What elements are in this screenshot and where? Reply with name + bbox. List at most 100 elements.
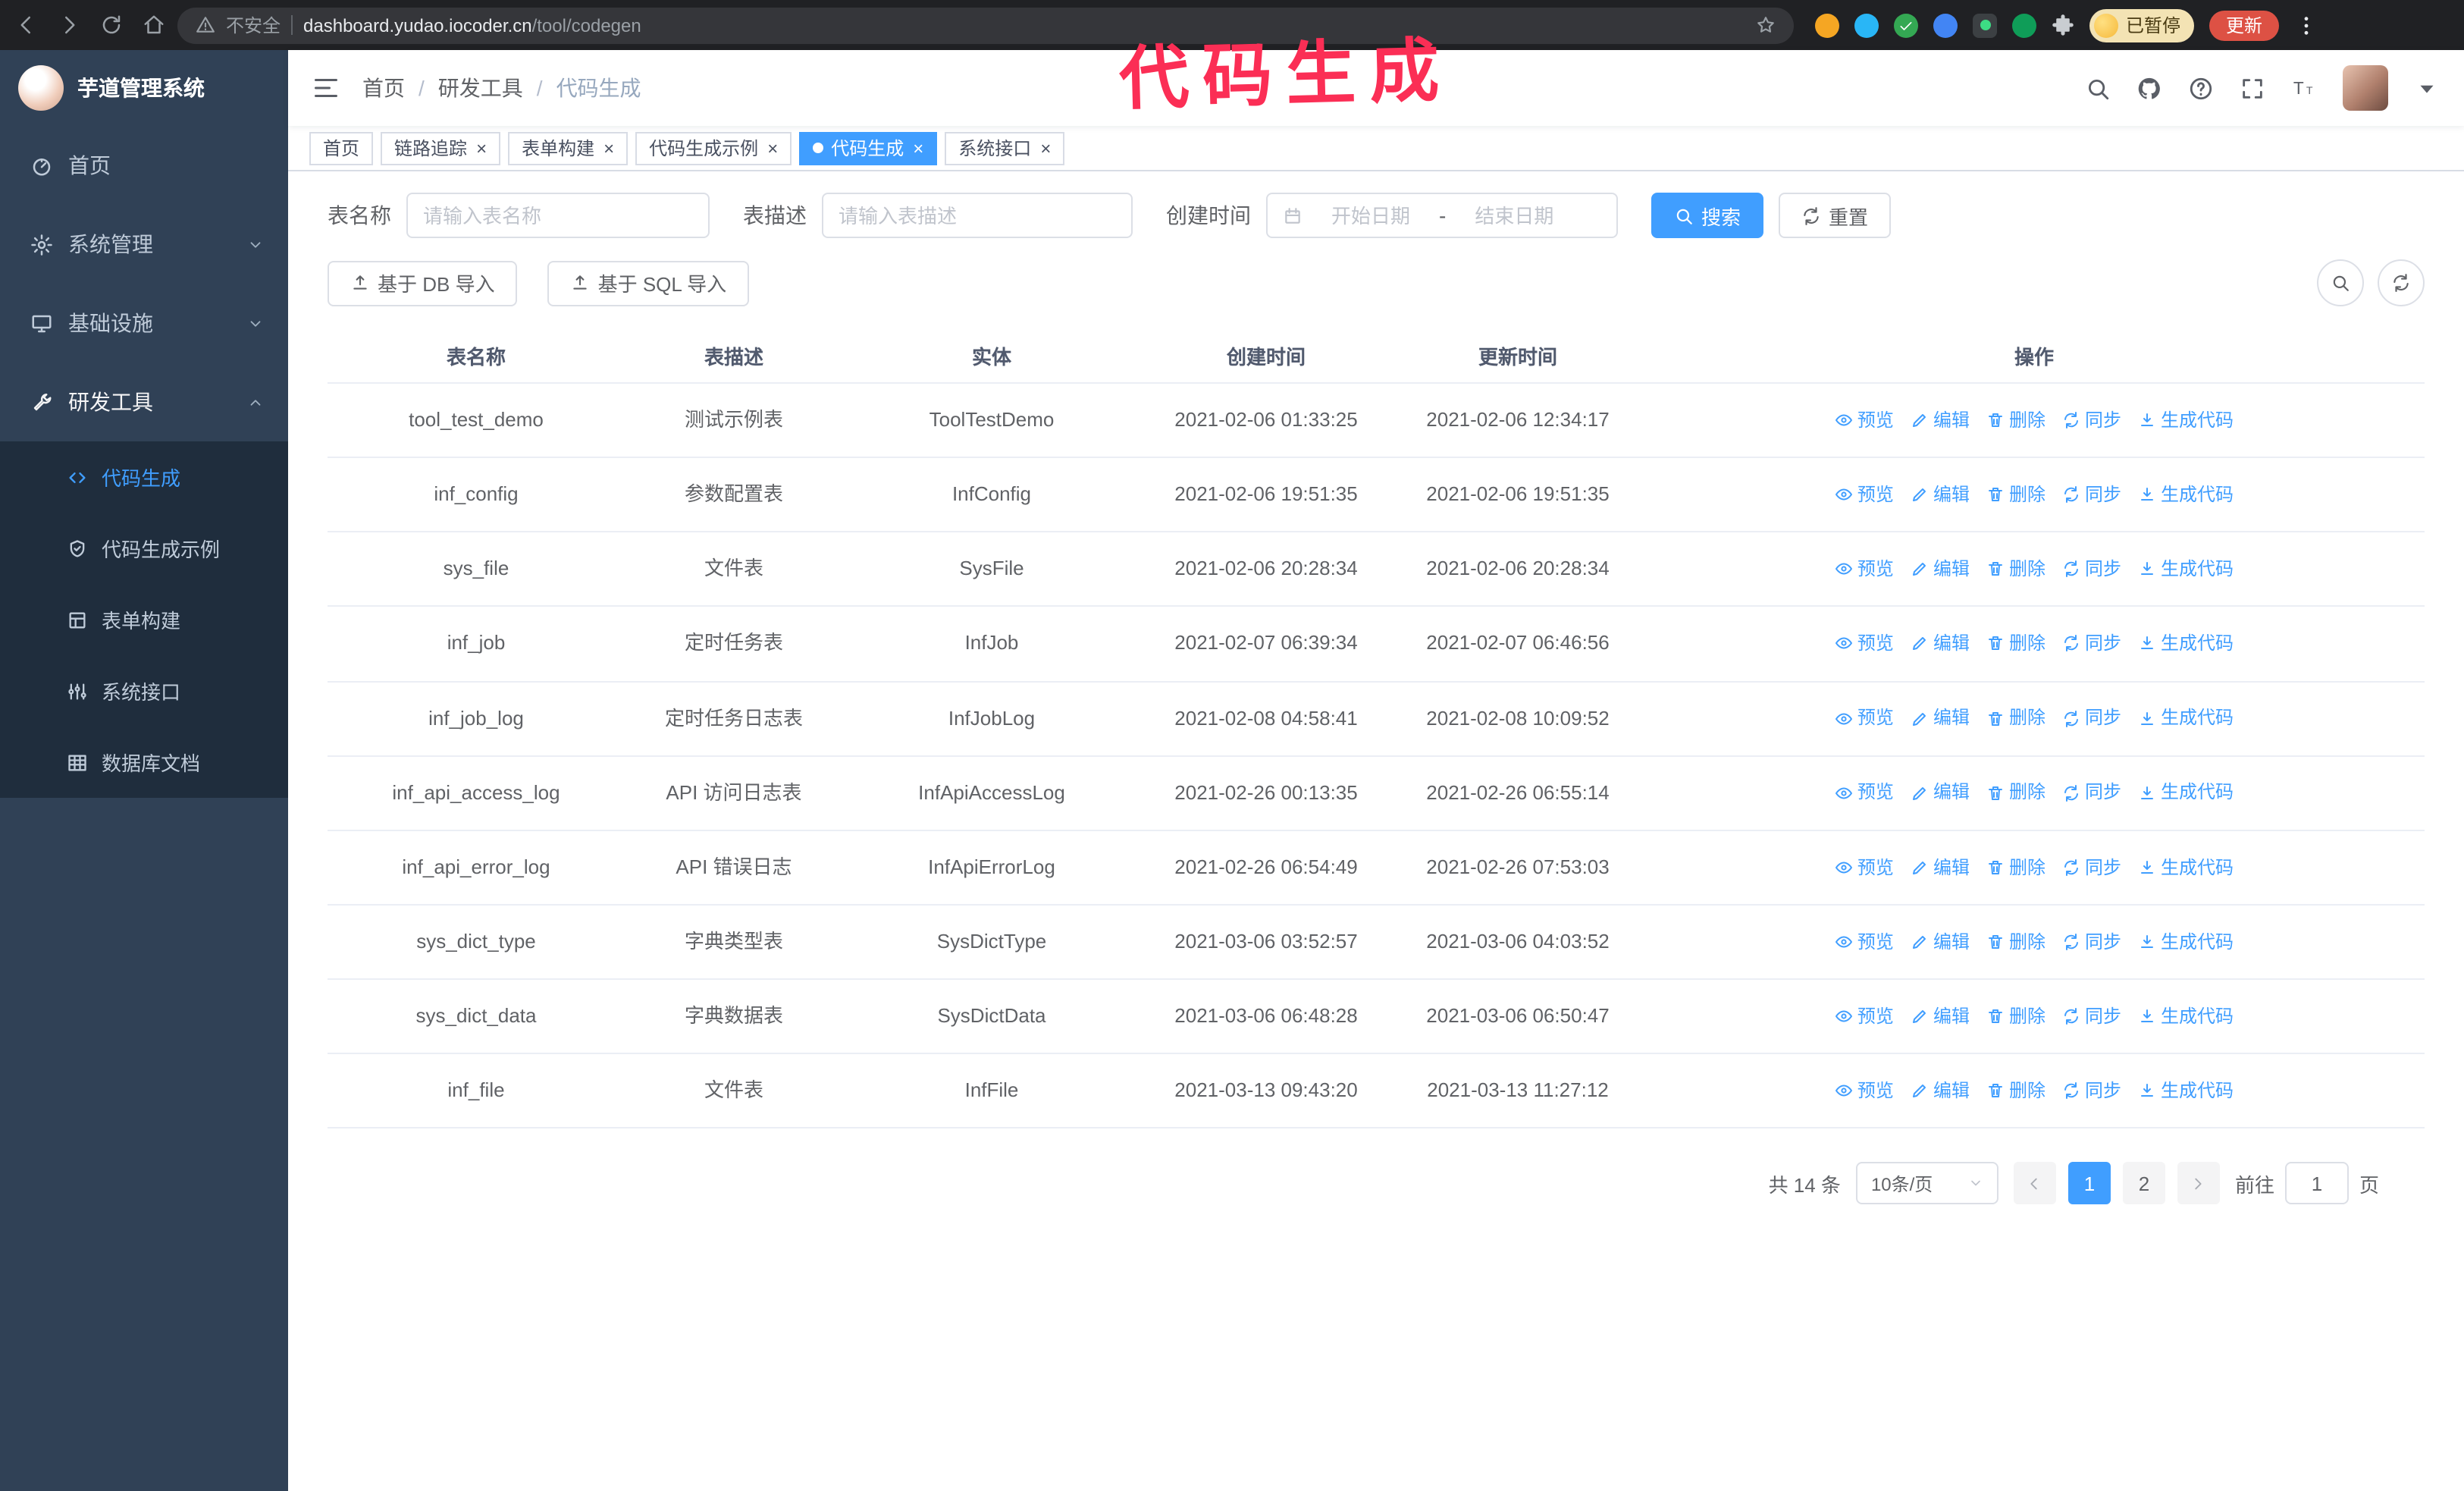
toggle-search-button[interactable] bbox=[2317, 259, 2364, 306]
op-sync-link[interactable]: 同步 bbox=[2062, 555, 2121, 583]
home-icon[interactable] bbox=[143, 14, 165, 36]
op-preview-link[interactable]: 预览 bbox=[1835, 1077, 1894, 1105]
hamburger-icon[interactable] bbox=[312, 74, 340, 102]
import-sql-button[interactable]: 基于 SQL 导入 bbox=[547, 260, 750, 306]
op-delete-link[interactable]: 删除 bbox=[1986, 629, 2045, 658]
close-tab-icon[interactable]: × bbox=[913, 139, 923, 157]
op-sync-link[interactable]: 同步 bbox=[2062, 705, 2121, 733]
table-desc-input[interactable] bbox=[839, 204, 1116, 227]
tab-2[interactable]: 表单构建 × bbox=[508, 131, 629, 165]
extension-icon[interactable] bbox=[1933, 13, 1958, 37]
app-logo[interactable]: 芋道管理系统 bbox=[0, 50, 288, 126]
op-delete-link[interactable]: 删除 bbox=[1986, 705, 2045, 733]
op-generate-link[interactable]: 生成代码 bbox=[2138, 629, 2234, 658]
back-icon[interactable] bbox=[15, 14, 38, 36]
font-size-icon[interactable]: TT bbox=[2291, 75, 2317, 101]
close-tab-icon[interactable]: × bbox=[1040, 139, 1051, 157]
op-delete-link[interactable]: 删除 bbox=[1986, 1077, 2045, 1105]
sidebar-item-infra[interactable]: 基础设施 bbox=[0, 284, 288, 363]
op-generate-link[interactable]: 生成代码 bbox=[2138, 928, 2234, 956]
close-tab-icon[interactable]: × bbox=[476, 139, 487, 157]
op-preview-link[interactable]: 预览 bbox=[1835, 928, 1894, 956]
op-preview-link[interactable]: 预览 bbox=[1835, 705, 1894, 733]
table-name-input[interactable] bbox=[423, 204, 693, 227]
search-button[interactable]: 搜索 bbox=[1651, 193, 1764, 238]
op-preview-link[interactable]: 预览 bbox=[1835, 406, 1894, 435]
breadcrumb-item[interactable]: 首页 bbox=[362, 73, 405, 103]
date-range-picker[interactable]: - bbox=[1266, 193, 1618, 238]
op-edit-link[interactable]: 编辑 bbox=[1911, 406, 1970, 435]
op-edit-link[interactable]: 编辑 bbox=[1911, 1003, 1970, 1031]
tab-3[interactable]: 代码生成示例 × bbox=[635, 131, 792, 165]
user-avatar[interactable] bbox=[2343, 65, 2388, 111]
browser-menu-icon[interactable] bbox=[2294, 13, 2318, 37]
tab-1[interactable]: 链路追踪 × bbox=[381, 131, 501, 165]
op-sync-link[interactable]: 同步 bbox=[2062, 481, 2121, 509]
extension-icon[interactable] bbox=[2012, 13, 2036, 37]
extension-icon[interactable] bbox=[1973, 13, 1997, 37]
tab-0[interactable]: 首页 bbox=[309, 131, 374, 165]
op-edit-link[interactable]: 编辑 bbox=[1911, 555, 1970, 583]
op-generate-link[interactable]: 生成代码 bbox=[2138, 555, 2234, 583]
forward-icon[interactable] bbox=[58, 14, 80, 36]
op-generate-link[interactable]: 生成代码 bbox=[2138, 779, 2234, 807]
op-delete-link[interactable]: 删除 bbox=[1986, 853, 2045, 881]
puzzle-extensions-icon[interactable] bbox=[2052, 14, 2074, 36]
page-button-2[interactable]: 2 bbox=[2122, 1162, 2165, 1205]
sidebar-item-db-doc[interactable]: 数据库文档 bbox=[0, 727, 288, 798]
op-delete-link[interactable]: 删除 bbox=[1986, 555, 2045, 583]
op-delete-link[interactable]: 删除 bbox=[1986, 406, 2045, 435]
page-size-select[interactable]: 10条/页 bbox=[1855, 1162, 1998, 1205]
op-generate-link[interactable]: 生成代码 bbox=[2138, 853, 2234, 881]
reload-icon[interactable] bbox=[100, 14, 123, 36]
github-icon[interactable] bbox=[2136, 75, 2162, 101]
url-bar[interactable]: 不安全 dashboard.yudao.iocoder.cn/tool/code… bbox=[177, 7, 1794, 43]
bookmark-star-icon[interactable] bbox=[1756, 15, 1776, 35]
op-edit-link[interactable]: 编辑 bbox=[1911, 779, 1970, 807]
reset-button[interactable]: 重置 bbox=[1779, 193, 1892, 238]
op-edit-link[interactable]: 编辑 bbox=[1911, 1077, 1970, 1105]
op-edit-link[interactable]: 编辑 bbox=[1911, 705, 1970, 733]
sidebar-item-system-api[interactable]: 系统接口 bbox=[0, 655, 288, 727]
sidebar-item-form-builder[interactable]: 表单构建 bbox=[0, 584, 288, 655]
op-sync-link[interactable]: 同步 bbox=[2062, 629, 2121, 658]
op-delete-link[interactable]: 删除 bbox=[1986, 928, 2045, 956]
op-preview-link[interactable]: 预览 bbox=[1835, 779, 1894, 807]
fullscreen-icon[interactable] bbox=[2240, 75, 2265, 101]
tab-5[interactable]: 系统接口 × bbox=[945, 131, 1065, 165]
op-sync-link[interactable]: 同步 bbox=[2062, 928, 2121, 956]
op-generate-link[interactable]: 生成代码 bbox=[2138, 705, 2234, 733]
extension-icon[interactable] bbox=[1815, 13, 1839, 37]
op-sync-link[interactable]: 同步 bbox=[2062, 853, 2121, 881]
sidebar-item-devtools[interactable]: 研发工具 bbox=[0, 363, 288, 441]
sidebar-item-codegen[interactable]: 代码生成 bbox=[0, 441, 288, 513]
op-preview-link[interactable]: 预览 bbox=[1835, 1003, 1894, 1031]
paused-badge[interactable]: 已暂停 bbox=[2089, 8, 2195, 42]
date-end-input[interactable] bbox=[1455, 204, 1574, 227]
op-edit-link[interactable]: 编辑 bbox=[1911, 928, 1970, 956]
close-tab-icon[interactable]: × bbox=[603, 139, 614, 157]
next-page-button[interactable] bbox=[2177, 1162, 2220, 1205]
op-edit-link[interactable]: 编辑 bbox=[1911, 481, 1970, 509]
tab-4[interactable]: 代码生成 × bbox=[799, 131, 938, 165]
breadcrumb-item[interactable]: 研发工具 bbox=[438, 73, 523, 103]
sidebar-item-codegen-example[interactable]: 代码生成示例 bbox=[0, 513, 288, 584]
op-preview-link[interactable]: 预览 bbox=[1835, 481, 1894, 509]
op-edit-link[interactable]: 编辑 bbox=[1911, 853, 1970, 881]
search-icon[interactable] bbox=[2085, 75, 2111, 101]
op-delete-link[interactable]: 删除 bbox=[1986, 1003, 2045, 1031]
op-preview-link[interactable]: 预览 bbox=[1835, 555, 1894, 583]
op-preview-link[interactable]: 预览 bbox=[1835, 629, 1894, 658]
op-generate-link[interactable]: 生成代码 bbox=[2138, 1077, 2234, 1105]
sidebar-item-system[interactable]: 系统管理 bbox=[0, 205, 288, 284]
op-generate-link[interactable]: 生成代码 bbox=[2138, 406, 2234, 435]
op-sync-link[interactable]: 同步 bbox=[2062, 1003, 2121, 1031]
op-generate-link[interactable]: 生成代码 bbox=[2138, 1003, 2234, 1031]
op-delete-link[interactable]: 删除 bbox=[1986, 779, 2045, 807]
page-button-1[interactable]: 1 bbox=[2067, 1162, 2111, 1205]
goto-page-input[interactable] bbox=[2284, 1162, 2349, 1205]
op-sync-link[interactable]: 同步 bbox=[2062, 406, 2121, 435]
op-edit-link[interactable]: 编辑 bbox=[1911, 629, 1970, 658]
op-sync-link[interactable]: 同步 bbox=[2062, 1077, 2121, 1105]
prev-page-button[interactable] bbox=[2013, 1162, 2056, 1205]
